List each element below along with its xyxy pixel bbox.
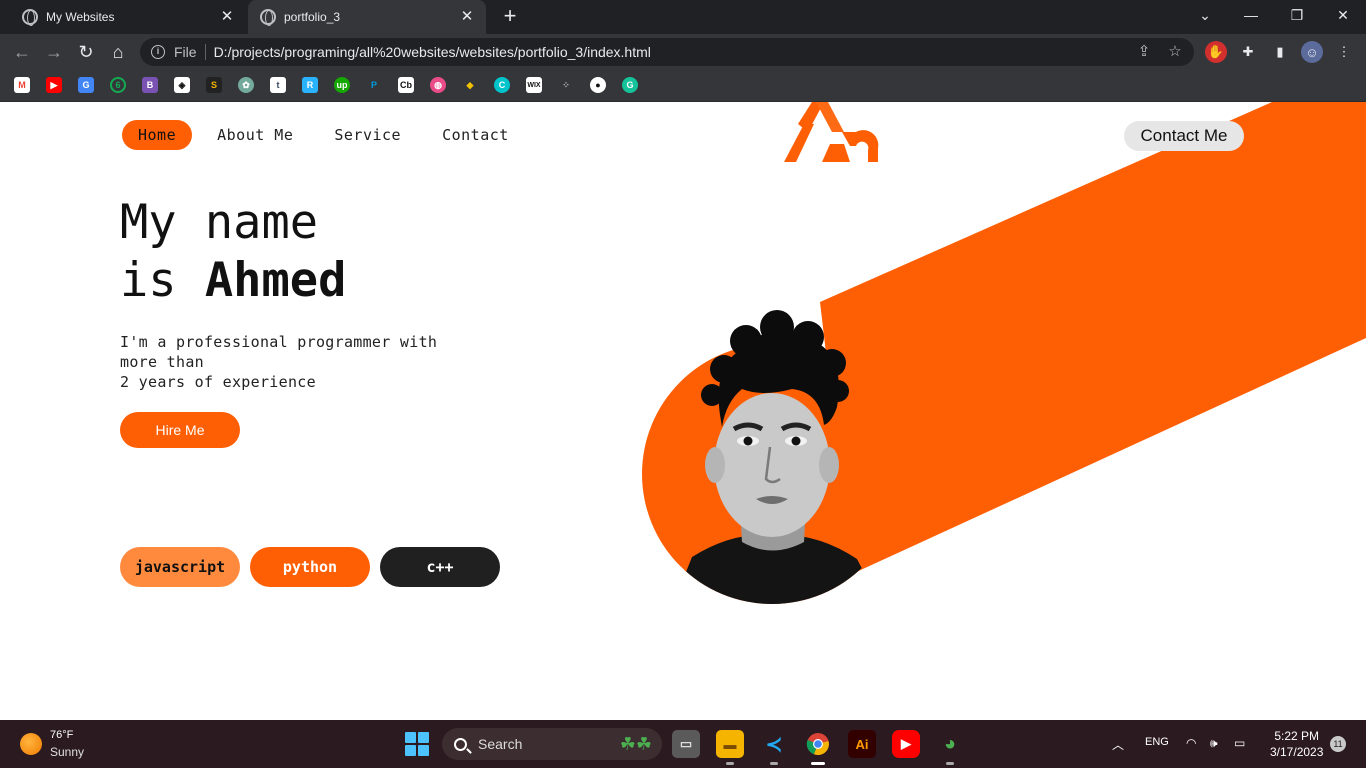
bootstrap-icon[interactable]: B [142, 77, 158, 93]
mongodb-icon[interactable]: 6 [110, 77, 126, 93]
search-label: Search [478, 736, 523, 752]
task-view-icon[interactable]: ▭ [672, 730, 700, 758]
hero-description: I'm a professional programmer with more … [120, 332, 480, 392]
taskbar-search[interactable]: Search ☘☘ [442, 728, 662, 760]
portfolio-page: Home About Me Service Contact Contact Me… [0, 102, 1366, 720]
profile-avatar[interactable]: ☺ [1301, 41, 1323, 63]
site-logo[interactable] [782, 102, 882, 164]
chrome-icon[interactable] [804, 730, 832, 765]
description-line: I'm a professional programmer with [120, 333, 438, 351]
bookmark-icon[interactable]: ◆ [462, 77, 478, 93]
clock[interactable]: 5:22 PM 3/17/2023 [1270, 728, 1323, 760]
browser-tab-strip: My Websites ✕ portfolio_3 ✕ + ⌄ — ❐ ✕ [0, 0, 1366, 34]
vscode-icon[interactable]: ≺ [760, 730, 788, 765]
hero-line-1: My name [120, 195, 319, 250]
bookmark-star-icon[interactable]: ☆ [1166, 43, 1184, 61]
main-nav: Home About Me Service Contact [122, 120, 534, 150]
wix-icon[interactable]: WIX [526, 77, 542, 93]
url-text[interactable]: D:/projects/programing/all%20websites/we… [214, 44, 651, 60]
gmail-icon[interactable]: M [14, 77, 30, 93]
minimize-button[interactable]: — [1228, 0, 1274, 30]
weather-temp: 76°F [50, 729, 74, 741]
description-line: more than [120, 353, 204, 371]
illustrator-icon[interactable]: Ai [848, 730, 876, 758]
tumblr-icon[interactable]: t [270, 77, 286, 93]
bookmarks-bar: M ▶ G 6 B ◈ S ✿ t R up P Cb ◍ ◆ C WIX ⁘ … [0, 70, 1366, 102]
github-icon[interactable]: ● [590, 77, 606, 93]
browser-toolbar: ← → ↻ ⌂ i File D:/projects/programing/al… [0, 34, 1366, 70]
paypal-icon[interactable]: P [366, 77, 382, 93]
chatgpt-icon[interactable]: ✿ [238, 77, 254, 93]
close-tab-icon[interactable]: ✕ [218, 8, 236, 26]
restore-button[interactable]: ❐ [1274, 0, 1320, 30]
share-icon[interactable]: ⇪ [1135, 43, 1153, 61]
youtube-icon[interactable]: ▶ [46, 77, 62, 93]
globe-app-icon[interactable]: ◕ [936, 730, 964, 765]
start-button[interactable] [405, 732, 429, 756]
tab-search-icon[interactable]: ⌄ [1182, 0, 1228, 30]
windows-taskbar: 76°F Sunny Search ☘☘ ▭ ▬ ≺ Ai ▶ ◕ ︿ ENG … [0, 720, 1366, 768]
tab-my-websites[interactable]: My Websites ✕ [8, 0, 246, 34]
nav-home[interactable]: Home [122, 120, 193, 150]
adblock-icon[interactable]: ✋ [1205, 41, 1227, 63]
nav-contact[interactable]: Contact [426, 120, 525, 150]
site-info-icon[interactable]: i [151, 45, 165, 59]
codepen-icon[interactable]: ◈ [174, 77, 190, 93]
grammarly-icon[interactable]: G [622, 77, 638, 93]
clover-icon: ☘☘ [619, 734, 652, 754]
tab-title: portfolio_3 [284, 10, 341, 24]
home-icon[interactable]: ⌂ [106, 40, 130, 64]
skill-python[interactable]: python [250, 547, 370, 587]
hire-me-button[interactable]: Hire Me [120, 412, 240, 448]
tab-title: My Websites [46, 10, 115, 24]
scheme-label: File [174, 44, 197, 60]
language-indicator[interactable]: ENG [1145, 736, 1169, 748]
dots-icon[interactable]: ⁘ [558, 77, 574, 93]
description-line: 2 years of experience [120, 373, 316, 391]
reload-icon[interactable]: ↻ [74, 40, 98, 64]
globe-icon [22, 9, 38, 26]
notification-badge[interactable]: 11 [1330, 736, 1346, 752]
battery-icon[interactable]: ▭ [1234, 736, 1245, 750]
time: 5:22 PM [1274, 729, 1320, 743]
file-explorer-icon[interactable]: ▬ [716, 730, 744, 765]
youtube-app-icon[interactable]: ▶ [892, 730, 920, 758]
translate-icon[interactable]: G [78, 77, 94, 93]
dribbble-icon[interactable]: ◍ [430, 77, 446, 93]
skill-javascript[interactable]: javascript [120, 547, 240, 587]
close-window-button[interactable]: ✕ [1320, 0, 1366, 30]
contact-me-button[interactable]: Contact Me [1124, 121, 1244, 151]
hero-line-2-prefix: is [120, 253, 177, 308]
sololearn-icon[interactable]: S [206, 77, 222, 93]
globe-icon [260, 9, 276, 26]
wifi-icon[interactable]: ◠ [1186, 736, 1196, 750]
hero-heading: My name is Ahmed [120, 194, 346, 310]
search-icon [454, 737, 467, 751]
canva-icon[interactable]: C [494, 77, 510, 93]
back-icon[interactable]: ← [10, 40, 34, 64]
chevron-up-icon[interactable]: ︿ [1112, 736, 1124, 753]
hero-name: Ahmed [204, 253, 347, 308]
weather-condition: Sunny [50, 745, 85, 759]
hero-line-2: is Ahmed [120, 252, 346, 310]
address-bar[interactable]: i File D:/projects/programing/all%20webs… [140, 38, 1194, 66]
crunchbase-icon[interactable]: Cb [398, 77, 414, 93]
date: 3/17/2023 [1270, 745, 1324, 759]
nav-service[interactable]: Service [318, 120, 417, 150]
sun-icon[interactable] [20, 733, 42, 755]
close-tab-icon[interactable]: ✕ [458, 8, 476, 26]
nav-about-me[interactable]: About Me [201, 120, 309, 150]
new-tab-button[interactable]: + [498, 4, 522, 28]
freelancer-icon[interactable]: R [302, 77, 318, 93]
tab-portfolio-3[interactable]: portfolio_3 ✕ [248, 0, 486, 34]
extensions-icon[interactable]: ✚ [1237, 41, 1259, 63]
side-panel-icon[interactable]: ▮ [1269, 41, 1291, 63]
skill-cpp[interactable]: c++ [380, 547, 500, 587]
divider [204, 44, 206, 60]
upwork-icon[interactable]: up [334, 77, 350, 93]
forward-icon[interactable]: → [42, 40, 66, 64]
volume-icon[interactable]: 🕪 [1210, 736, 1218, 751]
profile-portrait [672, 310, 882, 604]
menu-icon[interactable]: ⋮ [1333, 41, 1355, 63]
